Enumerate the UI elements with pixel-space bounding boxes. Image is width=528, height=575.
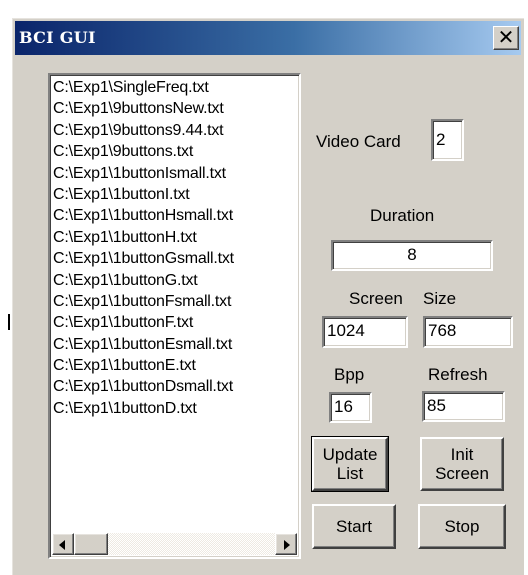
arrow-left-icon: [59, 540, 65, 550]
stop-button[interactable]: Stop: [418, 504, 506, 549]
update-list-label-line2: List: [336, 464, 364, 483]
file-list-item[interactable]: C:\Exp1\9buttons9.44.txt: [53, 120, 234, 141]
init-screen-label-line1: Init: [450, 445, 474, 464]
file-list-item[interactable]: C:\Exp1\1buttonGsmall.txt: [53, 248, 234, 269]
video-card-input[interactable]: 2: [431, 119, 464, 161]
close-button[interactable]: ✕: [493, 26, 519, 50]
arrow-right-icon: [284, 540, 290, 550]
file-list-item[interactable]: C:\Exp1\1buttonH.txt: [53, 227, 234, 248]
file-list-item[interactable]: C:\Exp1\9buttonsNew.txt: [53, 98, 234, 119]
file-list-item[interactable]: C:\Exp1\1buttonF.txt: [53, 312, 234, 333]
screen-height-input[interactable]: 768: [423, 316, 513, 348]
bpp-input[interactable]: 16: [329, 392, 372, 423]
scroll-left-button[interactable]: [52, 533, 74, 555]
update-list-label-line1: Update: [322, 445, 378, 464]
scroll-right-button[interactable]: [275, 533, 297, 555]
duration-input[interactable]: 8: [331, 240, 493, 271]
screen-label: Screen: [349, 289, 403, 308]
stray-cursor-mark: [8, 314, 10, 330]
duration-label: Duration: [370, 206, 435, 225]
file-list-items: C:\Exp1\SingleFreq.txt C:\Exp1\9buttonsNe…: [53, 77, 234, 419]
file-list-item[interactable]: C:\Exp1\9buttons.txt: [53, 141, 234, 162]
start-button[interactable]: Start: [312, 504, 396, 549]
file-list-item[interactable]: C:\Exp1\1buttonFsmall.txt: [53, 291, 234, 312]
file-list-item[interactable]: C:\Exp1\SingleFreq.txt: [53, 77, 234, 98]
bci-gui-window: BCI GUI ✕ C:\Exp1\SingleFreq.txt C:\Exp1\…: [12, 18, 524, 575]
window-title: BCI GUI: [19, 28, 96, 47]
title-bar[interactable]: BCI GUI ✕: [15, 21, 521, 55]
horizontal-scrollbar[interactable]: [52, 533, 297, 555]
file-list-item[interactable]: C:\Exp1\1buttonI.txt: [53, 184, 234, 205]
file-list-item[interactable]: C:\Exp1\1buttonD.txt: [53, 398, 234, 419]
file-list-item[interactable]: C:\Exp1\1buttonDsmall.txt: [53, 376, 234, 397]
init-screen-label-line2: Screen: [435, 464, 489, 483]
close-icon: ✕: [497, 25, 515, 49]
file-listbox[interactable]: C:\Exp1\SingleFreq.txt C:\Exp1\9buttonsNe…: [48, 73, 301, 559]
refresh-input[interactable]: 85: [422, 391, 505, 422]
file-list-item[interactable]: C:\Exp1\1buttonEsmall.txt: [53, 334, 234, 355]
file-list-item[interactable]: C:\Exp1\1buttonG.txt: [53, 270, 234, 291]
bpp-label: Bpp: [334, 365, 365, 384]
refresh-label: Refresh: [428, 365, 488, 384]
scroll-thumb[interactable]: [74, 533, 108, 555]
size-label: Size: [423, 289, 457, 308]
init-screen-button[interactable]: Init Screen: [420, 437, 504, 491]
file-list-item[interactable]: C:\Exp1\1buttonE.txt: [53, 355, 234, 376]
file-list-item[interactable]: C:\Exp1\1buttonIsmall.txt: [53, 163, 234, 184]
screen-width-input[interactable]: 1024: [322, 316, 408, 348]
file-list-item[interactable]: C:\Exp1\1buttonHsmall.txt: [53, 205, 234, 226]
video-card-label: Video Card: [316, 132, 401, 151]
update-list-button[interactable]: Update List: [311, 436, 389, 492]
